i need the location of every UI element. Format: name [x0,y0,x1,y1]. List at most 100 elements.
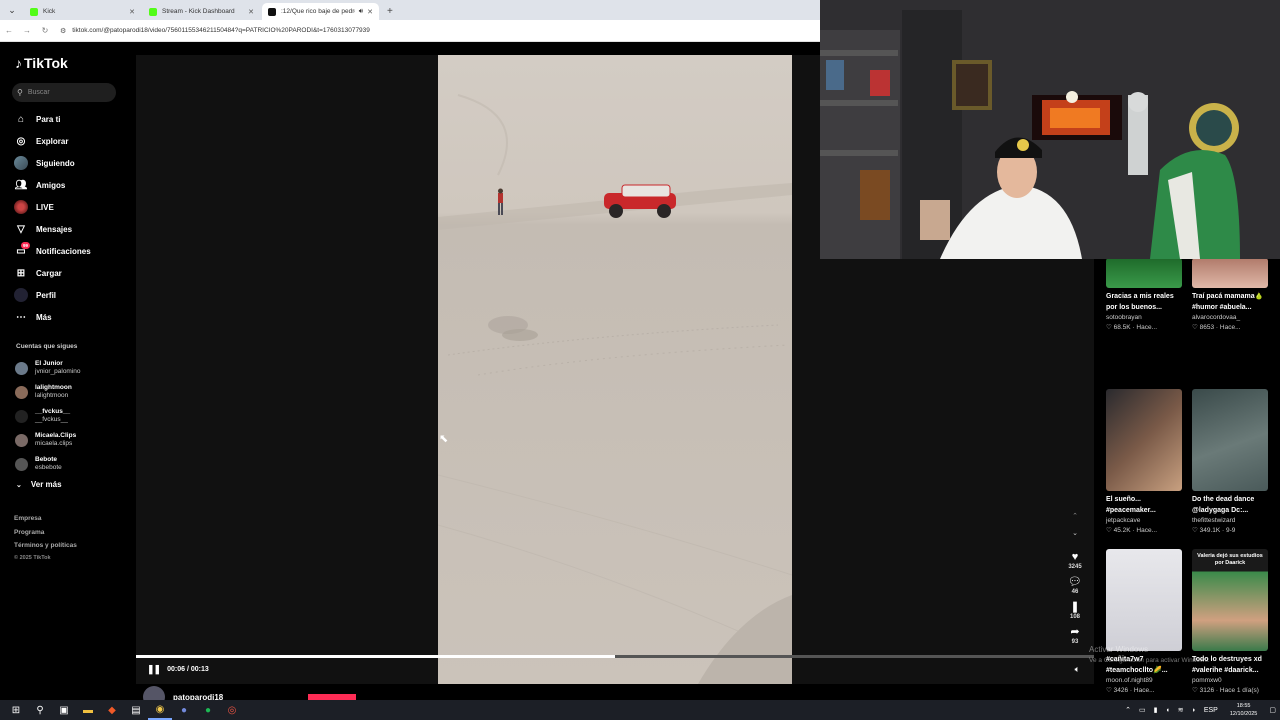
chevron-down-icon: ⌄ [16,481,22,489]
recommended-video[interactable]: El sueño... #peacemaker... jetpackcave ♡… [1106,389,1186,536]
video-thumbnail [1106,258,1182,288]
obs-icon[interactable]: ◎ [220,700,244,720]
video-likes: 45.2K [1113,527,1131,534]
wifi-icon[interactable]: ≋ [1178,706,1184,714]
recommended-video[interactable]: #cañita7w7 #teamchocllto🌽... moon.of.nig… [1106,549,1186,696]
logo-text: TikTok [24,55,68,71]
file-explorer-icon[interactable]: ▬ [76,700,100,720]
windows-start-icon[interactable]: ⊞ [4,700,28,720]
tab-title: Kick [43,8,56,15]
kick-icon [149,7,157,16]
search-input[interactable]: ⚲ Buscar [12,83,116,102]
next-video-icon[interactable]: ⌄ [1072,529,1078,546]
microphone-icon[interactable]: ▮ [1154,706,1158,714]
sidebar-item-label: Cargar [36,268,62,278]
back-icon[interactable]: ← [0,26,18,35]
see-more-button[interactable]: ⌄ Ver más [16,480,62,489]
notification-center-icon[interactable]: ▢ [1269,706,1276,714]
following-account[interactable]: Bebote esbebote [15,452,133,476]
sidebar-item-perfil[interactable]: Perfil [14,284,134,306]
avatar [15,433,28,447]
sidebar-item-cargar[interactable]: ⊞ Cargar [14,262,134,284]
video-title: El sueño... [1106,496,1142,503]
share-icon[interactable]: ➦ [1070,625,1079,638]
address-bar[interactable]: ⚙ tiktok.com/@patoparodi18/video/7560115… [60,23,820,39]
spotify-icon[interactable]: ● [196,700,220,720]
store-icon[interactable]: ▤ [124,700,148,720]
video-title: @ladygaga Dc:... [1192,507,1249,514]
comment-icon[interactable]: 💬︎ [1068,575,1082,588]
recommended-grid: Gracias a mis reales por los buenos... s… [1100,258,1280,700]
tab-tiktok[interactable]: :12/Que rico baje de pedro 🔊︎ ✕ [262,3,379,20]
language-indicator[interactable]: ESP [1204,707,1218,714]
recommended-video[interactable]: Do the dead dance @ladygaga Dc:... thefi… [1192,389,1272,536]
chrome-icon[interactable]: ◉ [148,700,172,720]
following-account[interactable]: lalightmoon lalightmoon [15,380,133,404]
new-tab-button[interactable]: + [387,3,393,20]
video-frame[interactable] [438,55,792,684]
video-thumbnail: Valeria dejó sus estudios por Daarick [1192,549,1268,651]
video-author: moon.of.night89 [1106,677,1153,684]
network-icon[interactable]: ▭ [1139,706,1146,714]
forward-icon[interactable]: → [18,26,36,35]
volume-icon[interactable]: ◗ [1192,707,1196,714]
close-icon[interactable]: ✕ [129,8,135,16]
tiktok-logo[interactable]: ♪ TikTok [15,55,68,71]
recommended-video[interactable]: Traí pacá mamama🍐 #humor #abuela... alva… [1192,258,1272,333]
recommended-video[interactable]: Gracias a mis reales por los buenos... s… [1106,258,1186,333]
reload-icon[interactable]: ↻ [36,26,54,35]
search-icon[interactable]: ⚲ [28,700,52,720]
audio-icon[interactable]: 🔊︎ [359,8,363,16]
sidebar-item-live[interactable]: LIVE [14,196,134,218]
video-time: Hace... [1219,324,1241,331]
sidebar-item-mensajes[interactable]: ▽ Mensajes [14,218,134,240]
tab-title: Stream - Kick Dashboard [162,8,235,15]
progress-bar[interactable] [136,655,1094,658]
clock-time: 18:55 [1236,703,1251,709]
video-thumbnail [1192,258,1268,288]
tiktok-icon [268,7,276,16]
like-icon[interactable]: ♥ [1072,551,1079,563]
discord-icon[interactable]: ● [172,700,196,720]
account-name: lalightmoon [35,384,72,391]
avatar [15,457,28,471]
sidebar-item-explorar[interactable]: ◎ Explorar [14,130,134,152]
following-account[interactable]: Micaela.Clips micaela.clips [15,428,133,452]
footer-link-empresa[interactable]: Empresa [14,512,77,526]
sidebar-item-mas[interactable]: ⋯ Más [14,306,134,328]
footer-link-programa[interactable]: Programa [14,526,77,540]
sidebar-item-notificaciones[interactable]: ▭ 99 Notificaciones [14,240,134,262]
site-info-icon[interactable]: ⚙ [60,27,66,35]
brave-browser-icon[interactable]: ◆ [100,700,124,720]
volume-icon[interactable]: 🔈︎ [1075,664,1080,675]
sidebar-item-amigos[interactable]: 👥︎ Amigos [14,174,134,196]
sidebar-item-siguiendo[interactable]: Siguiendo [14,152,134,174]
previous-video-icon[interactable]: ⌃ [1072,512,1078,529]
following-list: El Junior jvnior_palomino lalightmoon lali… [15,356,133,476]
clock[interactable]: 18:55 12/10/2025 [1230,702,1258,718]
video-author: sotoobrayan [1106,314,1142,321]
task-view-icon[interactable]: ▣ [52,700,76,720]
tab-search-icon[interactable]: ⌄ [0,0,24,20]
current-time: 00:06 [167,666,185,673]
bookmark-icon[interactable]: ❚ [1070,600,1079,613]
recommended-video[interactable]: Valeria dejó sus estudios por Daarick To… [1192,549,1272,696]
following-account[interactable]: __fvckus__ __fvckus__ [15,404,133,428]
screen: { "browser": { "tabs": [ {"title": "Kick… [0,0,1280,720]
close-icon[interactable]: ✕ [248,8,254,16]
close-icon[interactable]: ✕ [367,8,373,16]
sidebar-item-para-ti[interactable]: ⌂ Para ti [14,108,134,130]
tab-kick[interactable]: Kick ✕ [24,3,141,20]
tab-kick-dashboard[interactable]: Stream - Kick Dashboard ✕ [143,3,260,20]
likes-count: 3245 [1068,564,1082,570]
speaker-icon[interactable]: ◖ [1165,707,1169,714]
video-stats: ♡ 45.2K · Hace... [1106,527,1158,534]
mouse-cursor-icon: ⬉ [439,433,449,445]
chevron-up-icon[interactable]: ⌃ [1125,706,1131,714]
account-handle: lalightmoon [35,392,69,399]
footer-link-terminos[interactable]: Términos y políticas [14,539,77,553]
pause-icon[interactable]: ❚❚ [147,664,161,675]
sidebar-item-label: Para ti [36,114,61,124]
sidebar-item-label: Notificaciones [36,246,91,256]
following-account[interactable]: El Junior jvnior_palomino [15,356,133,380]
